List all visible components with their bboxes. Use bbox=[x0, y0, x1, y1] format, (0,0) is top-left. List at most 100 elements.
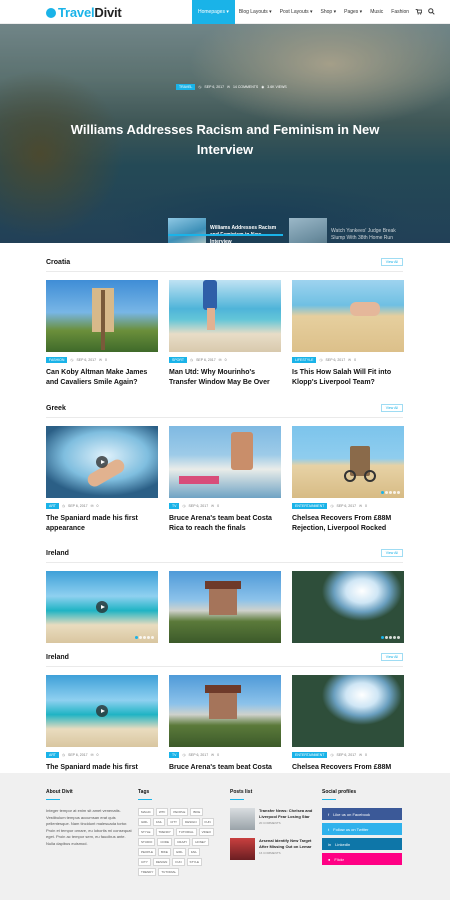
tag-link[interactable]: DESIGN bbox=[182, 818, 200, 826]
gallery-dots[interactable] bbox=[381, 491, 400, 494]
footer-post-title[interactable]: Transfer News: Chelsea and Liverpool Fea… bbox=[259, 808, 314, 819]
post-title[interactable]: The Spaniard made his first appearance bbox=[46, 514, 158, 534]
hero-thumb[interactable]: Watch Yankees' Judge Break Slump With 38… bbox=[289, 218, 404, 243]
post-card[interactable]: TV ◷ SEP 6, 2017 ✉ 0 Bruce Arena's team beat… bbox=[169, 426, 281, 534]
post-card[interactable]: ART ◷ SEP 6, 2017 ✉ 0 The Spaniard made his … bbox=[46, 675, 158, 783]
post-card[interactable]: ENTERTAINMENT ◷ SEP 6, 2017 ✉ 0 Chelsea Reco… bbox=[292, 426, 404, 534]
site-logo[interactable]: TravelDivit bbox=[46, 5, 122, 20]
tag-link[interactable]: PEOPLE bbox=[138, 848, 157, 856]
post-image[interactable] bbox=[292, 426, 404, 498]
tag-link[interactable]: CITY bbox=[167, 818, 181, 826]
category-tag[interactable]: ART bbox=[46, 503, 59, 509]
tag-link[interactable]: CITY bbox=[138, 858, 151, 866]
tag-link[interactable]: STYLE bbox=[138, 828, 154, 836]
post-card[interactable]: ENTERTAINMENT ◷ SEP 6, 2017 ✉ 0 Chelsea Reco… bbox=[292, 675, 404, 783]
video-play-icon[interactable] bbox=[96, 601, 108, 613]
search-icon[interactable] bbox=[428, 7, 435, 17]
tag-link[interactable]: STUDIO bbox=[138, 838, 156, 846]
nav-item-fashion[interactable]: Fashion bbox=[387, 0, 413, 24]
tag-link[interactable]: TRENDY bbox=[138, 868, 157, 876]
tag-link[interactable]: TRENDY bbox=[155, 828, 174, 836]
tag-link[interactable]: BIKE bbox=[158, 848, 171, 856]
gallery-dots[interactable] bbox=[381, 636, 400, 639]
linkedin-button[interactable]: in LinkedIn bbox=[322, 838, 402, 850]
video-play-icon[interactable] bbox=[96, 456, 108, 468]
post-card[interactable] bbox=[169, 571, 281, 643]
tag-link[interactable]: FAIL bbox=[153, 818, 166, 826]
post-card[interactable] bbox=[46, 571, 158, 643]
post-image[interactable] bbox=[169, 426, 281, 498]
tag-link[interactable]: GIRL bbox=[138, 818, 152, 826]
tag-link[interactable]: PEOPLE bbox=[170, 808, 189, 816]
post-card[interactable]: SPORT ◷ SEP 6, 2017 ✉ 0 Man Utd: Why Mourinh… bbox=[169, 280, 281, 388]
post-title[interactable]: Man Utd: Why Mourinho's Transfer Window … bbox=[169, 368, 281, 388]
tag-link[interactable]: FUN bbox=[201, 818, 214, 826]
category-tag[interactable]: ART bbox=[46, 752, 59, 758]
footer-post-thumb[interactable] bbox=[230, 808, 255, 830]
tag-link[interactable]: TUTORIAL bbox=[158, 868, 180, 876]
tag-link[interactable]: CRAZY bbox=[174, 838, 191, 846]
post-image[interactable] bbox=[292, 675, 404, 747]
hero-category-tag[interactable]: TRAVEL bbox=[176, 84, 196, 90]
nav-item-pages[interactable]: Pages ▾ bbox=[340, 0, 366, 24]
category-tag[interactable]: LIFESTYLE bbox=[292, 357, 317, 363]
post-title[interactable]: Can Koby Altman Make James and Cavaliers… bbox=[46, 368, 158, 388]
nav-item-shop[interactable]: Shop ▾ bbox=[317, 0, 341, 24]
gallery-dots[interactable] bbox=[135, 636, 154, 639]
nav-item-music[interactable]: Music bbox=[366, 0, 387, 24]
hero-thumb-active[interactable]: Williams Addresses Racism and Feminism i… bbox=[168, 218, 283, 243]
tag-link[interactable]: VIDEO bbox=[198, 828, 214, 836]
hero-slider[interactable]: TRAVEL ◷ SEP 6, 2017 ✉ 14 COMMENTS ◉ 3.6K V… bbox=[0, 24, 450, 243]
tag-link[interactable]: DESIGN bbox=[152, 858, 171, 866]
nav-item-homepages[interactable]: Homepages ▾ bbox=[192, 0, 235, 24]
facebook-button[interactable]: f Like us on Facebook bbox=[322, 808, 402, 820]
post-title[interactable]: Bruce Arena's team beat Costa Rica to re… bbox=[169, 514, 281, 534]
post-image[interactable] bbox=[46, 675, 158, 747]
twitter-button[interactable]: t Follow us on Twitter bbox=[322, 823, 402, 835]
tag-link[interactable]: FUN bbox=[172, 858, 185, 866]
view-all-button[interactable]: View All bbox=[380, 258, 403, 266]
tag-link[interactable]: WTF bbox=[155, 808, 169, 816]
category-tag[interactable]: ENTERTAINMENT bbox=[292, 503, 328, 509]
category-tag[interactable]: FASHION bbox=[46, 357, 68, 363]
nav-item-post-layouts[interactable]: Post Layouts ▾ bbox=[276, 0, 317, 24]
post-image[interactable] bbox=[46, 280, 158, 352]
tag-link[interactable]: MAGIC bbox=[138, 808, 154, 816]
post-card[interactable] bbox=[292, 571, 404, 643]
tag-link[interactable]: GIRL bbox=[172, 848, 186, 856]
footer-post-title[interactable]: Arsenal Identify New Target After Missin… bbox=[259, 838, 314, 849]
post-image[interactable] bbox=[169, 675, 281, 747]
footer-post-thumb[interactable] bbox=[230, 838, 255, 860]
video-play-icon[interactable] bbox=[96, 705, 108, 717]
category-tag[interactable]: TV bbox=[169, 752, 180, 758]
category-tag[interactable]: SPORT bbox=[169, 357, 187, 363]
tag-link[interactable]: STYLE bbox=[186, 858, 203, 866]
post-image[interactable] bbox=[292, 280, 404, 352]
tag-link[interactable]: BIKE bbox=[190, 808, 204, 816]
post-card[interactable]: LIFESTYLE ◷ SEP 6, 2017 ✉ 0 Is This How Sala… bbox=[292, 280, 404, 388]
cart-icon[interactable] bbox=[415, 8, 423, 17]
hero-title[interactable]: Williams Addresses Racism and Feminism i… bbox=[60, 120, 390, 160]
post-card[interactable]: FASHION ◷ SEP 6, 2017 ✉ 0 Can Koby Altman Ma… bbox=[46, 280, 158, 388]
tag-link[interactable]: FAIL bbox=[187, 848, 201, 856]
post-card[interactable]: ART ◷ SEP 6, 2017 ✉ 0 The Spaniard made his … bbox=[46, 426, 158, 534]
post-image[interactable] bbox=[169, 571, 281, 643]
footer-post-item[interactable]: Transfer News: Chelsea and Liverpool Fea… bbox=[230, 808, 314, 830]
tag-link[interactable]: CODE bbox=[157, 838, 173, 846]
flickr-button[interactable]: ● Flickr bbox=[322, 853, 402, 865]
post-title[interactable]: Chelsea Recovers From £88M Rejection, Li… bbox=[292, 514, 404, 534]
footer-post-item[interactable]: Arsenal Identify New Target After Missin… bbox=[230, 838, 314, 860]
post-image[interactable] bbox=[46, 426, 158, 498]
view-all-button[interactable]: View All bbox=[380, 653, 403, 661]
post-image[interactable] bbox=[292, 571, 404, 643]
category-tag[interactable]: ENTERTAINMENT bbox=[292, 752, 328, 758]
nav-item-blog-layouts[interactable]: Blog Layouts ▾ bbox=[235, 0, 276, 24]
category-tag[interactable]: TV bbox=[169, 503, 180, 509]
post-image[interactable] bbox=[46, 571, 158, 643]
post-image[interactable] bbox=[169, 280, 281, 352]
view-all-button[interactable]: View All bbox=[380, 549, 403, 557]
tag-link[interactable]: HONEY bbox=[192, 838, 209, 846]
post-title[interactable]: Is This How Salah Will Fit into Klopp's … bbox=[292, 368, 404, 388]
tag-link[interactable]: TUTORIAL bbox=[175, 828, 197, 836]
view-all-button[interactable]: View All bbox=[380, 404, 403, 412]
